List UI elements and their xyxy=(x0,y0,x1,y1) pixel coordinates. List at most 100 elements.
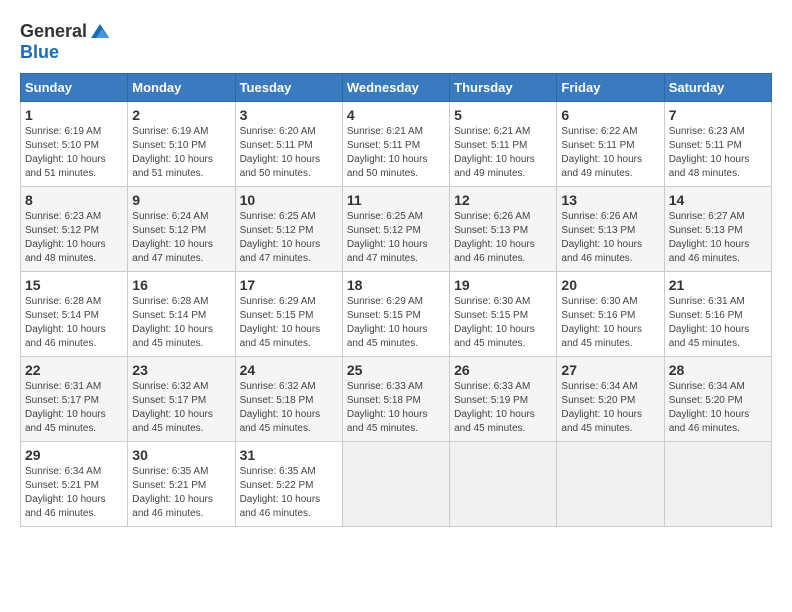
table-cell: 17 Sunrise: 6:29 AMSunset: 5:15 PMDayligh… xyxy=(235,272,342,357)
day-info: Sunrise: 6:34 AMSunset: 5:20 PMDaylight:… xyxy=(669,380,767,436)
table-cell xyxy=(664,442,771,527)
table-cell: 20Sunrise: 6:30 AMSunset: 5:16 PMDayligh… xyxy=(557,272,664,357)
day-number: 20 xyxy=(561,277,659,293)
table-cell: 7 Sunrise: 6:23 AMSunset: 5:11 PMDaylight… xyxy=(664,102,771,187)
day-info: Sunrise: 6:26 AMSunset: 5:13 PMDaylight:… xyxy=(454,210,552,266)
table-cell: 21 Sunrise: 6:31 AMSunset: 5:16 PMDayligh… xyxy=(664,272,771,357)
logo-general: General xyxy=(20,21,87,42)
day-info: Sunrise: 6:19 AMSunset: 5:10 PMDaylight:… xyxy=(132,125,230,181)
day-info: Sunrise: 6:34 AMSunset: 5:21 PMDaylight:… xyxy=(25,465,123,521)
table-cell: 27 Sunrise: 6:34 AMSunset: 5:20 PMDayligh… xyxy=(557,357,664,442)
table-cell: 23 Sunrise: 6:32 AMSunset: 5:17 PMDayligh… xyxy=(128,357,235,442)
day-number: 4 xyxy=(347,107,445,123)
header-row: Sunday Monday Tuesday Wednesday Thursday… xyxy=(21,74,772,102)
day-number: 11 xyxy=(347,192,445,208)
week-row-5: 29 Sunrise: 6:34 AMSunset: 5:21 PMDayligh… xyxy=(21,442,772,527)
day-info: Sunrise: 6:21 AMSunset: 5:11 PMDaylight:… xyxy=(347,125,445,181)
day-number: 9 xyxy=(132,192,230,208)
day-number: 8 xyxy=(25,192,123,208)
logo-blue-line: Blue xyxy=(20,42,111,63)
calendar-table: Sunday Monday Tuesday Wednesday Thursday… xyxy=(20,73,772,527)
day-info: Sunrise: 6:25 AMSunset: 5:12 PMDaylight:… xyxy=(347,210,445,266)
table-cell xyxy=(557,442,664,527)
day-number: 3 xyxy=(240,107,338,123)
col-monday: Monday xyxy=(128,74,235,102)
week-row-4: 22Sunrise: 6:31 AMSunset: 5:17 PMDayligh… xyxy=(21,357,772,442)
day-number: 2 xyxy=(132,107,230,123)
day-info: Sunrise: 6:24 AMSunset: 5:12 PMDaylight:… xyxy=(132,210,230,266)
day-info: Sunrise: 6:33 AMSunset: 5:19 PMDaylight:… xyxy=(454,380,552,436)
day-number: 26 xyxy=(454,362,552,378)
table-cell: 15Sunrise: 6:28 AMSunset: 5:14 PMDayligh… xyxy=(21,272,128,357)
col-saturday: Saturday xyxy=(664,74,771,102)
day-number: 1 xyxy=(25,107,123,123)
day-info: Sunrise: 6:35 AMSunset: 5:22 PMDaylight:… xyxy=(240,465,338,521)
day-info: Sunrise: 6:31 AMSunset: 5:16 PMDaylight:… xyxy=(669,295,767,351)
day-info: Sunrise: 6:22 AMSunset: 5:11 PMDaylight:… xyxy=(561,125,659,181)
day-number: 23 xyxy=(132,362,230,378)
day-info: Sunrise: 6:29 AMSunset: 5:15 PMDaylight:… xyxy=(347,295,445,351)
day-info: Sunrise: 6:23 AMSunset: 5:12 PMDaylight:… xyxy=(25,210,123,266)
day-number: 21 xyxy=(669,277,767,293)
logo-text: General Blue xyxy=(20,20,111,63)
table-cell: 3 Sunrise: 6:20 AMSunset: 5:11 PMDaylight… xyxy=(235,102,342,187)
day-info: Sunrise: 6:31 AMSunset: 5:17 PMDaylight:… xyxy=(25,380,123,436)
table-cell: 22Sunrise: 6:31 AMSunset: 5:17 PMDayligh… xyxy=(21,357,128,442)
week-row-2: 8 Sunrise: 6:23 AMSunset: 5:12 PMDaylight… xyxy=(21,187,772,272)
table-cell: 30 Sunrise: 6:35 AMSunset: 5:21 PMDayligh… xyxy=(128,442,235,527)
day-info: Sunrise: 6:27 AMSunset: 5:13 PMDaylight:… xyxy=(669,210,767,266)
day-number: 24 xyxy=(240,362,338,378)
day-info: Sunrise: 6:28 AMSunset: 5:14 PMDaylight:… xyxy=(132,295,230,351)
table-cell: 12 Sunrise: 6:26 AMSunset: 5:13 PMDayligh… xyxy=(450,187,557,272)
day-number: 13 xyxy=(561,192,659,208)
table-cell: 18 Sunrise: 6:29 AMSunset: 5:15 PMDayligh… xyxy=(342,272,449,357)
week-row-1: 1 Sunrise: 6:19 AMSunset: 5:10 PMDaylight… xyxy=(21,102,772,187)
day-info: Sunrise: 6:19 AMSunset: 5:10 PMDaylight:… xyxy=(25,125,123,181)
table-cell: 19Sunrise: 6:30 AMSunset: 5:15 PMDayligh… xyxy=(450,272,557,357)
day-number: 30 xyxy=(132,447,230,463)
day-number: 18 xyxy=(347,277,445,293)
day-info: Sunrise: 6:33 AMSunset: 5:18 PMDaylight:… xyxy=(347,380,445,436)
table-cell: 13Sunrise: 6:26 AMSunset: 5:13 PMDayligh… xyxy=(557,187,664,272)
day-info: Sunrise: 6:28 AMSunset: 5:14 PMDaylight:… xyxy=(25,295,123,351)
table-cell: 11 Sunrise: 6:25 AMSunset: 5:12 PMDayligh… xyxy=(342,187,449,272)
week-row-3: 15Sunrise: 6:28 AMSunset: 5:14 PMDayligh… xyxy=(21,272,772,357)
table-cell: 24Sunrise: 6:32 AMSunset: 5:18 PMDayligh… xyxy=(235,357,342,442)
day-info: Sunrise: 6:35 AMSunset: 5:21 PMDaylight:… xyxy=(132,465,230,521)
day-number: 10 xyxy=(240,192,338,208)
day-number: 12 xyxy=(454,192,552,208)
table-cell: 14 Sunrise: 6:27 AMSunset: 5:13 PMDayligh… xyxy=(664,187,771,272)
table-cell: 1 Sunrise: 6:19 AMSunset: 5:10 PMDaylight… xyxy=(21,102,128,187)
day-number: 16 xyxy=(132,277,230,293)
day-number: 7 xyxy=(669,107,767,123)
day-info: Sunrise: 6:21 AMSunset: 5:11 PMDaylight:… xyxy=(454,125,552,181)
table-cell: 31 Sunrise: 6:35 AMSunset: 5:22 PMDayligh… xyxy=(235,442,342,527)
table-cell: 29 Sunrise: 6:34 AMSunset: 5:21 PMDayligh… xyxy=(21,442,128,527)
day-info: Sunrise: 6:25 AMSunset: 5:12 PMDaylight:… xyxy=(240,210,338,266)
logo-blue: Blue xyxy=(20,42,59,62)
col-friday: Friday xyxy=(557,74,664,102)
day-number: 6 xyxy=(561,107,659,123)
table-cell: 4 Sunrise: 6:21 AMSunset: 5:11 PMDaylight… xyxy=(342,102,449,187)
table-cell: 16 Sunrise: 6:28 AMSunset: 5:14 PMDayligh… xyxy=(128,272,235,357)
day-info: Sunrise: 6:32 AMSunset: 5:17 PMDaylight:… xyxy=(132,380,230,436)
logo-general-line: General xyxy=(20,20,111,42)
day-number: 17 xyxy=(240,277,338,293)
day-number: 27 xyxy=(561,362,659,378)
day-number: 14 xyxy=(669,192,767,208)
table-cell: 6 Sunrise: 6:22 AMSunset: 5:11 PMDaylight… xyxy=(557,102,664,187)
page-container: General Blue Sunday Monday Tuesday xyxy=(20,20,772,527)
day-info: Sunrise: 6:29 AMSunset: 5:15 PMDaylight:… xyxy=(240,295,338,351)
day-number: 19 xyxy=(454,277,552,293)
day-number: 31 xyxy=(240,447,338,463)
table-cell: 5Sunrise: 6:21 AMSunset: 5:11 PMDaylight… xyxy=(450,102,557,187)
day-number: 29 xyxy=(25,447,123,463)
table-cell: 8 Sunrise: 6:23 AMSunset: 5:12 PMDaylight… xyxy=(21,187,128,272)
table-cell xyxy=(450,442,557,527)
table-cell: 10 Sunrise: 6:25 AMSunset: 5:12 PMDayligh… xyxy=(235,187,342,272)
day-info: Sunrise: 6:20 AMSunset: 5:11 PMDaylight:… xyxy=(240,125,338,181)
day-info: Sunrise: 6:34 AMSunset: 5:20 PMDaylight:… xyxy=(561,380,659,436)
day-info: Sunrise: 6:23 AMSunset: 5:11 PMDaylight:… xyxy=(669,125,767,181)
col-tuesday: Tuesday xyxy=(235,74,342,102)
day-number: 25 xyxy=(347,362,445,378)
